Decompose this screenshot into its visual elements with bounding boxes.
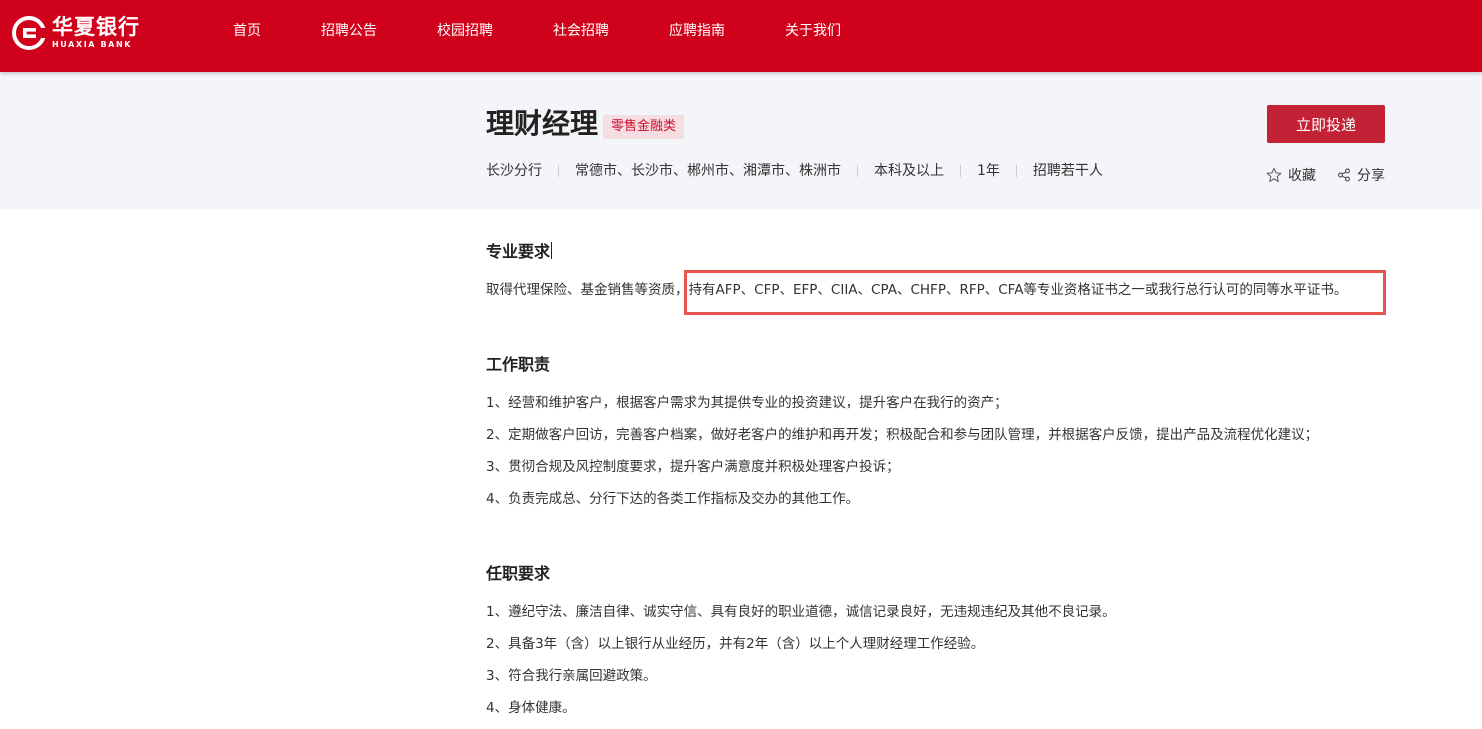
logo-wordmark: 华夏银行 HUAXIA BANK [52, 17, 140, 49]
job-category-tag: 零售金融类 [603, 115, 685, 139]
share-nodes-icon [1338, 168, 1351, 182]
favorite-label: 收藏 [1288, 168, 1316, 184]
job-qualifications-title: 任职要求 [486, 564, 551, 583]
nav-item-campus-recruitment[interactable]: 校园招聘 [437, 22, 493, 40]
duty-item: 2、定期做客户回访，完善客户档案，做好老客户的维护和再开发；积极配合和参与团队管… [486, 427, 1319, 443]
nav-item-announcements[interactable]: 招聘公告 [321, 22, 377, 40]
professional-requirements-title: 专业要求 [486, 242, 553, 262]
nav-item-social-recruitment[interactable]: 社会招聘 [553, 22, 609, 40]
duty-item: 1、经营和维护客户，根据客户需求为其提供专业的投资建议，提升客户在我行的资产； [486, 395, 1008, 411]
professional-requirements-title-text: 专业要求 [486, 242, 551, 261]
huaxia-bank-logo[interactable]: 华夏银行 HUAXIA BANK [12, 16, 152, 50]
meta-divider [857, 165, 858, 177]
nav-item-home[interactable]: 首页 [233, 22, 261, 40]
job-branch: 长沙分行 [486, 163, 542, 179]
job-headcount: 招聘若干人 [1032, 163, 1103, 179]
top-navigation-bar: 华夏银行 HUAXIA BANK 首页 招聘公告 校园招聘 社会招聘 应聘指南 … [0, 0, 1482, 72]
job-meta-row: 长沙分行 常德市、长沙市、郴州市、湘潭市、株洲市 本科及以上 1年 招聘若干人 [486, 162, 1103, 180]
job-cities: 常德市、长沙市、郴州市、湘潭市、株洲市 [575, 163, 841, 179]
job-experience: 1年 [977, 163, 1000, 179]
job-duties-title: 工作职责 [486, 355, 551, 374]
nav-item-about-us[interactable]: 关于我们 [785, 22, 841, 40]
star-outline-icon [1266, 167, 1282, 183]
huaxia-logo-icon [12, 16, 46, 50]
duty-item: 4、负责完成总、分行下达的各类工作指标及交办的其他工作。 [486, 491, 860, 507]
job-header-banner: 理财经理 零售金融类 长沙分行 常德市、长沙市、郴州市、湘潭市、株洲市 本科及以… [0, 72, 1482, 209]
qualification-item: 2、具备3年（含）以上银行从业经历，并有2年（含）以上个人理财经理工作经验。 [486, 636, 985, 652]
qualification-item: 3、符合我行亲属回避政策。 [486, 668, 657, 684]
nav-item-application-guide[interactable]: 应聘指南 [669, 22, 725, 40]
text-cursor [551, 242, 553, 259]
meta-divider [960, 165, 961, 177]
qualification-item: 4、身体健康。 [486, 700, 576, 716]
main-nav: 首页 招聘公告 校园招聘 社会招聘 应聘指南 关于我们 [0, 0, 1482, 72]
logo-name-en: HUAXIA BANK [52, 40, 133, 49]
duty-item: 3、贯彻合规及风控制度要求，提升客户满意度并积极处理客户投诉； [486, 459, 900, 475]
apply-now-button[interactable]: 立即投递 [1267, 105, 1385, 143]
meta-divider [558, 165, 559, 177]
meta-divider [1015, 165, 1017, 177]
job-title: 理财经理 [486, 107, 599, 140]
qualification-item: 1、遵纪守法、廉洁自律、诚实守信、具有良好的职业道德，诚信记录良好，无违规违纪及… [486, 604, 1116, 620]
professional-requirements-text: 取得代理保险、基金销售等资质，持有AFP、CFP、EFP、CIIA、CPA、CH… [486, 282, 1348, 298]
logo-name-cn: 华夏银行 [52, 15, 140, 39]
share-label: 分享 [1357, 168, 1385, 184]
share-button[interactable]: 分享 [1337, 166, 1385, 184]
favorite-button[interactable]: 收藏 [1266, 166, 1316, 184]
job-education: 本科及以上 [874, 163, 944, 179]
